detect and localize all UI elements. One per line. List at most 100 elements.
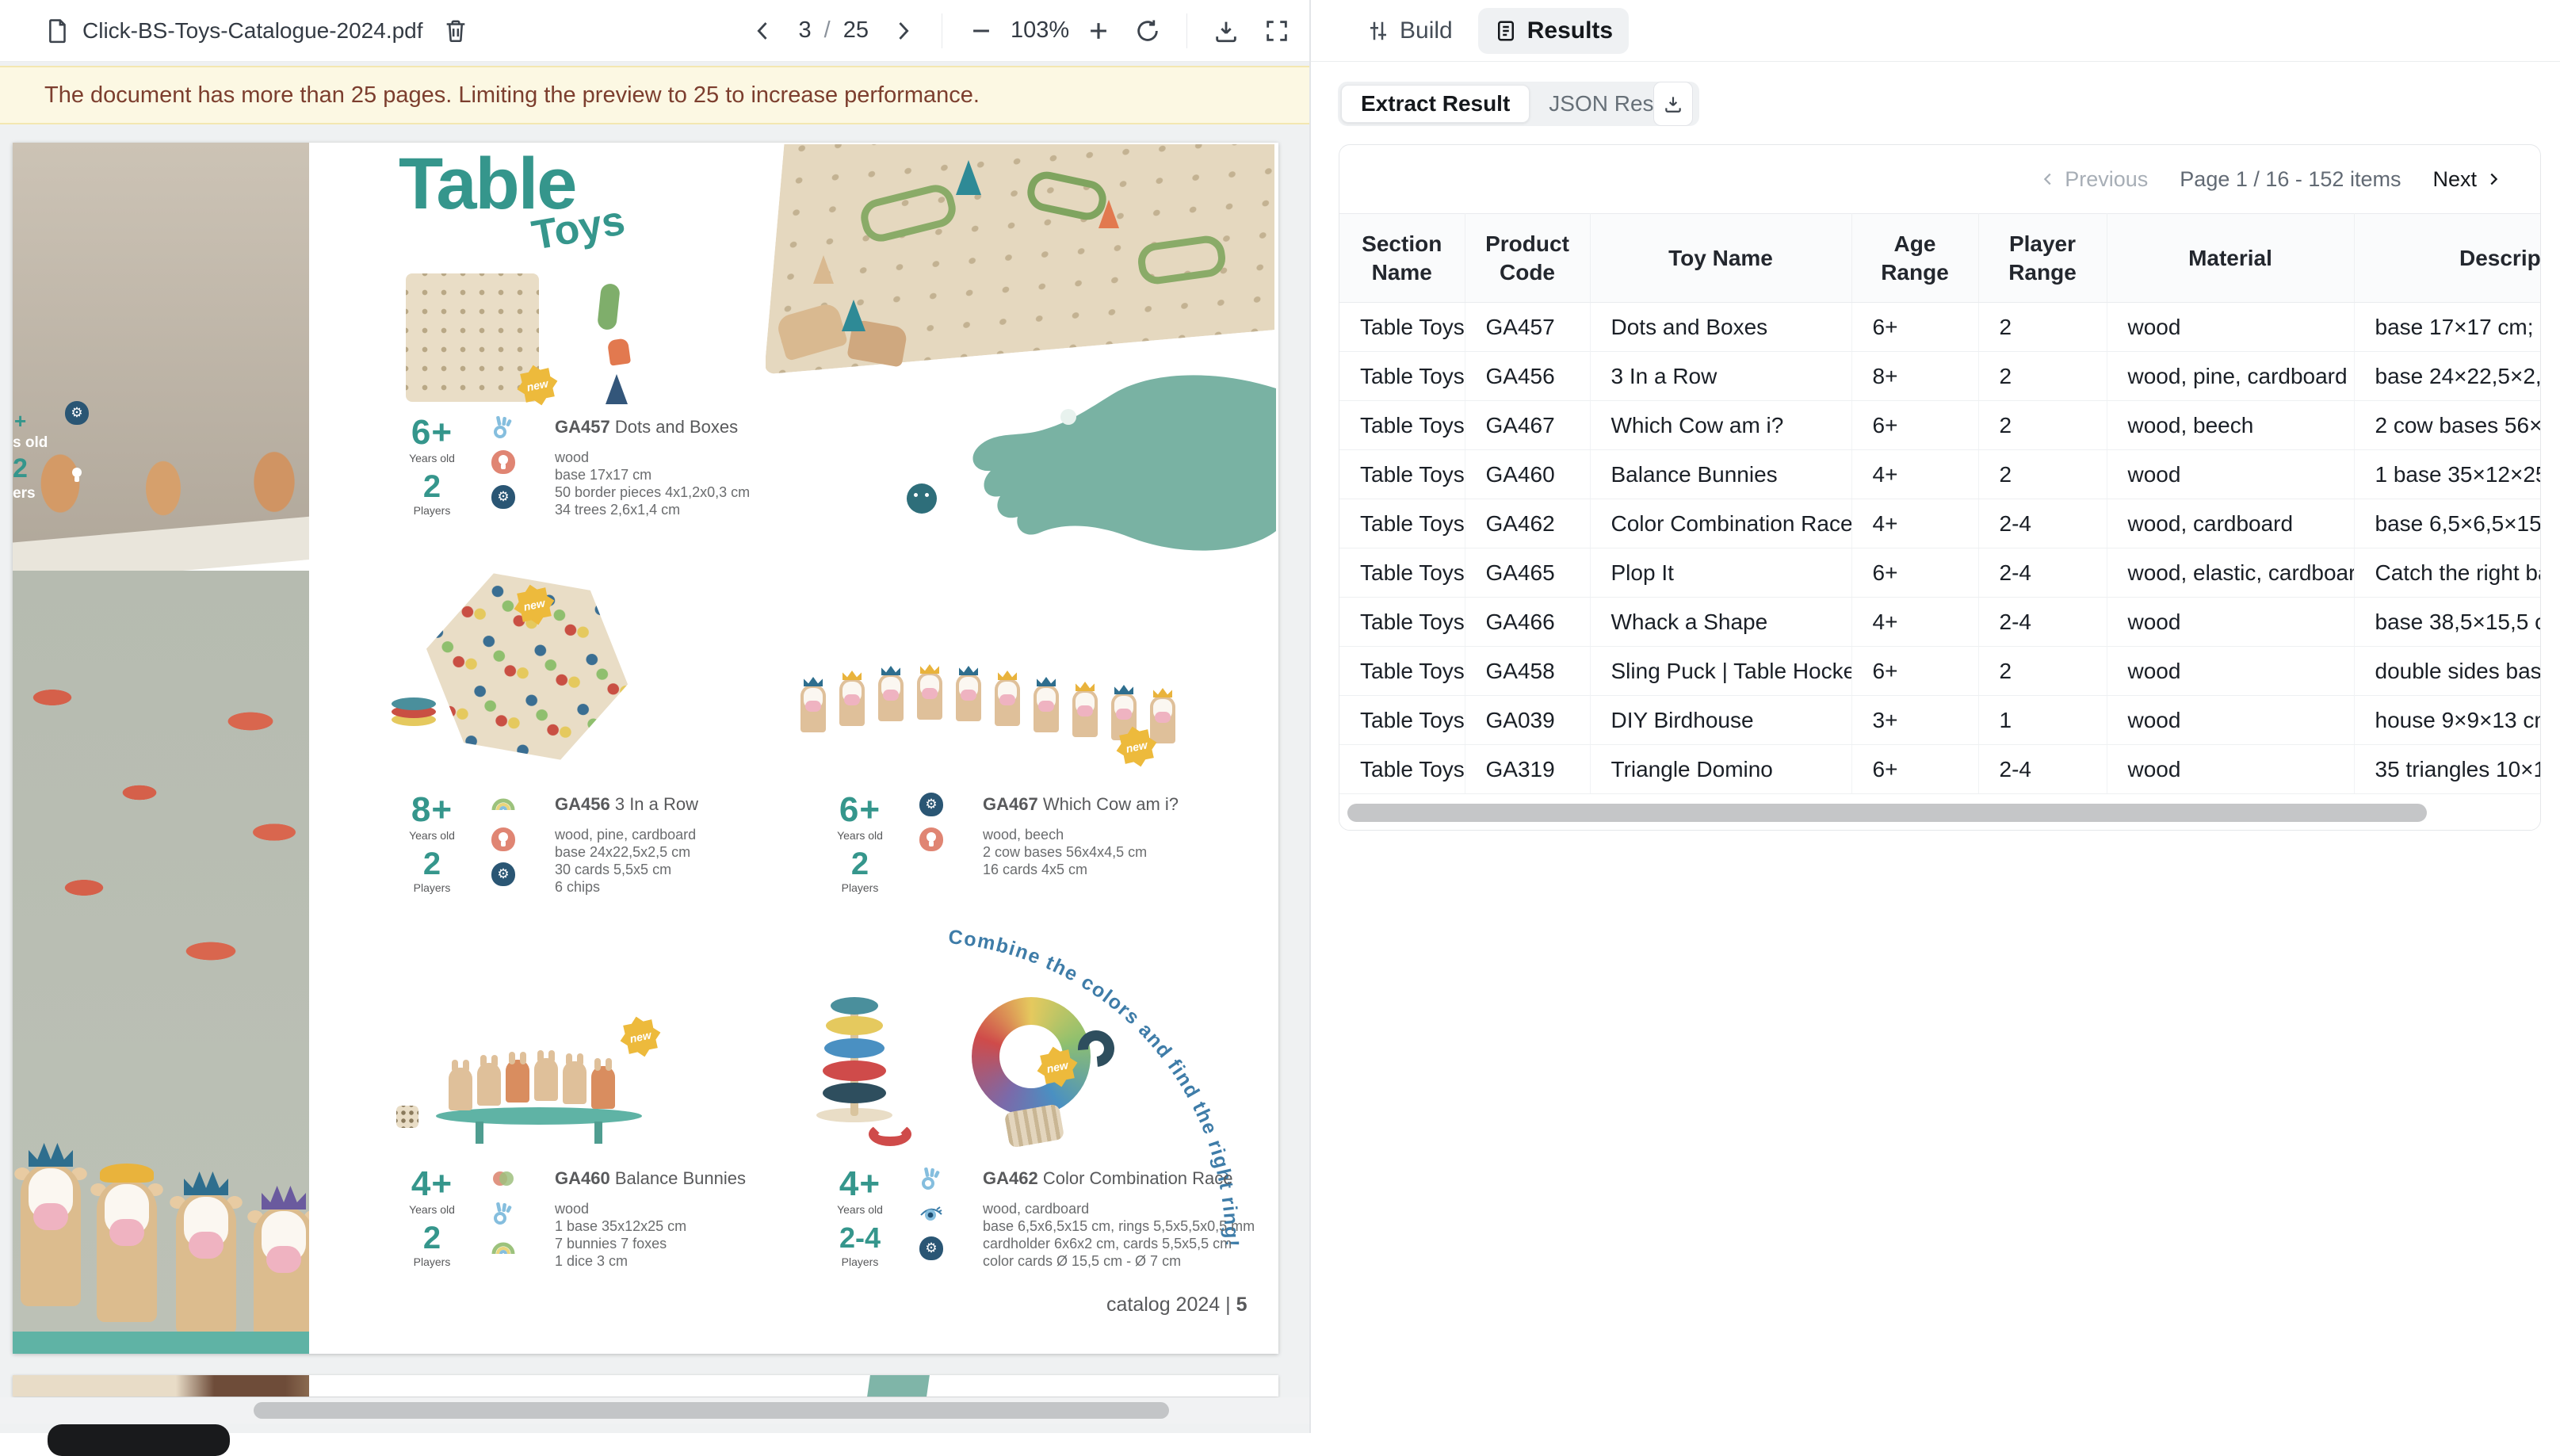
product-detail-line: wood, beech	[983, 826, 1179, 843]
cell-product-code: GA467	[1465, 401, 1590, 450]
product-detail-line: 6 chips	[555, 878, 698, 896]
download-result-button[interactable]	[1653, 82, 1693, 126]
age-value: 4+	[390, 1167, 474, 1202]
cell-age-range: 6+	[1851, 303, 1978, 352]
brain-gears-icon: ⚙	[65, 401, 89, 425]
cell-age-range: 6+	[1851, 548, 1978, 598]
table-row[interactable]: Table Toys GA039 DIY Birdhouse 3+ 1 wood…	[1339, 696, 2541, 745]
product-title: GA462 Color Combination Race	[983, 1168, 1255, 1189]
age-label: Years old	[390, 1203, 474, 1216]
pages-limit-banner: The document has more than 25 pages. Lim…	[0, 66, 1309, 124]
age-players: 8+ Years old 2 Players	[390, 793, 474, 894]
cell-material: wood, beech	[2107, 401, 2354, 450]
product-name: Which Cow am i?	[1043, 794, 1179, 814]
age-players: 4+ Years old 2 Players	[390, 1167, 474, 1268]
table-row[interactable]: Table Toys GA457 Dots and Boxes 6+ 2 woo…	[1339, 303, 2541, 352]
game-piece	[597, 283, 621, 331]
previous-page-button[interactable]	[745, 13, 781, 49]
age-label: Years old	[390, 829, 474, 842]
skill-icons: ⚙	[491, 415, 520, 509]
cell-player-range: 2-4	[1978, 745, 2107, 794]
table-header-cell: Toy Name	[1590, 214, 1851, 303]
product-detail-line: color cards Ø 15,5 cm - Ø 7 cm	[983, 1252, 1255, 1270]
next-label: Next	[2432, 167, 2477, 192]
cell-age-range: 4+	[1851, 450, 1978, 499]
cell-age-range: 4+	[1851, 499, 1978, 548]
cell-material: wood	[2107, 598, 2354, 647]
zoom-out-button[interactable]	[963, 13, 999, 49]
cell-section-name: Table Toys	[1339, 696, 1465, 745]
delete-file-button[interactable]	[437, 13, 474, 49]
cell-toy-name: Color Combination Race	[1590, 499, 1851, 548]
previous-page-button[interactable]: Previous	[2039, 167, 2148, 192]
table-row[interactable]: Table Toys GA466 Whack a Shape 4+ 2-4 wo…	[1339, 598, 2541, 647]
cell-age-range: 3+	[1851, 696, 1978, 745]
scrollbar-thumb[interactable]	[254, 1402, 1169, 1419]
cell-toy-name: Whack a Shape	[1590, 598, 1851, 647]
cell-section-name: Table Toys	[1339, 401, 1465, 450]
product-code: GA467	[983, 794, 1038, 814]
product-detail-line: 1 base 35x12x25 cm	[555, 1217, 746, 1235]
zoom-in-button[interactable]	[1080, 13, 1117, 49]
catalog-photo-strip: + s old 2 ers ⚙	[13, 143, 309, 1354]
players-value: 2	[390, 471, 474, 503]
product-name: 3 In a Row	[615, 794, 698, 814]
next-page-button[interactable]	[885, 13, 921, 49]
product-detail-line: 50 border pieces 4x1,2x0,3 cm	[555, 483, 750, 501]
skill-icons: ⚙	[919, 793, 948, 851]
tab-build[interactable]: Build	[1351, 8, 1469, 54]
cell-section-name: Table Toys	[1339, 450, 1465, 499]
cell-product-code: GA462	[1465, 499, 1590, 548]
rotate-button[interactable]	[1129, 13, 1166, 49]
download-pdf-button[interactable]	[1208, 13, 1244, 49]
table-header-row: Section NameProduct CodeToy NameAge Rang…	[1339, 214, 2541, 303]
catalog-page-footer: catalog 2024 | 5	[1106, 1294, 1247, 1317]
next-page-button[interactable]: Next	[2432, 167, 2502, 192]
product-detail-line: 16 cards 4x5 cm	[983, 861, 1179, 878]
cell-description: base 38,5×15,5 cm,	[2354, 598, 2541, 647]
banner-message: The document has more than 25 pages. Lim…	[44, 82, 980, 109]
chevron-left-icon	[2039, 170, 2057, 188]
cell-description: 35 triangles 10×10 ×	[2354, 745, 2541, 794]
product-name: Balance Bunnies	[615, 1168, 746, 1188]
cell-material: wood, elastic, cardboard	[2107, 548, 2354, 598]
brain-bulb-icon	[919, 827, 943, 851]
table-row[interactable]: Table Toys GA462 Color Combination Race …	[1339, 499, 2541, 548]
pdf-toolbar: Click-BS-Toys-Catalogue-2024.pdf 3 / 25 …	[0, 0, 1309, 62]
players-label: Players	[390, 881, 474, 894]
table-horizontal-scrollbar[interactable]	[1339, 797, 2540, 830]
cell-product-code: GA039	[1465, 696, 1590, 745]
pdf-next-page[interactable]	[13, 1375, 1278, 1397]
age-value: 6+	[390, 415, 474, 450]
players-value: 2	[390, 848, 474, 880]
table-row[interactable]: Table Toys GA467 Which Cow am i? 6+ 2 wo…	[1339, 401, 2541, 450]
cell-material: wood	[2107, 696, 2354, 745]
tab-results[interactable]: Results	[1478, 8, 1629, 54]
fragment-players: 2	[13, 453, 28, 484]
fullscreen-button[interactable]	[1259, 13, 1295, 49]
table-row[interactable]: Table Toys GA456 3 In a Row 8+ 2 wood, p…	[1339, 352, 2541, 401]
fragment-players-suffix: ers	[13, 485, 36, 503]
page-separator: /	[824, 17, 831, 44]
results-table-card: Previous Page 1 / 16 - 152 items Next Se…	[1339, 144, 2541, 831]
table-pagination: Previous Page 1 / 16 - 152 items Next	[1339, 145, 2540, 213]
age-value: 4+	[818, 1167, 902, 1202]
sliders-icon	[1366, 19, 1390, 43]
cell-product-code: GA466	[1465, 598, 1590, 647]
table-row[interactable]: Table Toys GA319 Triangle Domino 6+ 2-4 …	[1339, 745, 2541, 794]
table-row[interactable]: Table Toys GA465 Plop It 6+ 2-4 wood, el…	[1339, 548, 2541, 598]
table-row[interactable]: Table Toys GA460 Balance Bunnies 4+ 2 wo…	[1339, 450, 2541, 499]
table-row[interactable]: Table Toys GA458 Sling Puck | Table Hock…	[1339, 647, 2541, 696]
pdf-page[interactable]: + s old 2 ers ⚙ Table Toys	[13, 143, 1278, 1354]
players-label: Players	[818, 881, 902, 894]
product-detail-line: wood, pine, cardboard	[555, 826, 698, 843]
table-header-cell: Player Range	[1978, 214, 2107, 303]
table-header-cell: Section Name	[1339, 214, 1465, 303]
cell-toy-name: Triangle Domino	[1590, 745, 1851, 794]
rotate-icon	[1134, 17, 1161, 44]
pdf-horizontal-scrollbar[interactable]	[0, 1397, 1309, 1424]
extract-result-tab[interactable]: Extract Result	[1341, 85, 1530, 123]
product-image-ga460	[380, 1003, 713, 1153]
cell-material: wood, cardboard	[2107, 499, 2354, 548]
scrollbar-thumb[interactable]	[1347, 804, 2427, 822]
